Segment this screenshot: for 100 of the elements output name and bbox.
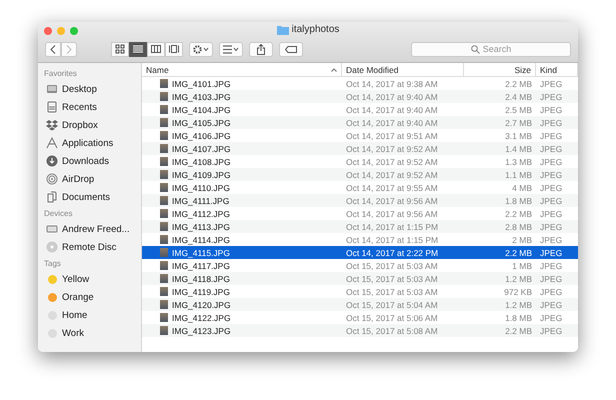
column-header[interactable]: Size bbox=[514, 64, 531, 74]
date-cell-text: Oct 14, 2017 at 9:40 AM bbox=[345, 104, 439, 114]
close-button[interactable] bbox=[44, 26, 52, 34]
sidebar-heading: Favorites bbox=[43, 68, 78, 80]
file-name: IMG_4109.JPG bbox=[172, 170, 231, 180]
file-row[interactable]: IMG_4115.JPG Oct 14, 2017 at 2:22 PM 2.2 MB JPEG bbox=[142, 246, 578, 259]
sidebar-item[interactable]: Remote Disc bbox=[62, 242, 116, 252]
size-cell-text: 2.2 MB bbox=[504, 78, 533, 88]
file-row[interactable]: IMG_4122.JPG Oct 15, 2017 at 5:06 AM 1.8 MB JPEG bbox=[142, 311, 578, 324]
size-cell-text: 2.5 MB bbox=[504, 104, 533, 114]
date-cell-text: Oct 14, 2017 at 9:40 AM bbox=[345, 118, 439, 128]
date-cell-text: Oct 14, 2017 at 2:22 PM bbox=[345, 248, 440, 258]
size-cell-text: 2.7 MB bbox=[504, 118, 533, 128]
sidebar-item[interactable]: Andrew Freed... bbox=[62, 224, 130, 234]
disc-icon bbox=[46, 241, 58, 253]
gallery-view-icon bbox=[169, 44, 179, 54]
sidebar-item[interactable]: Dropbox bbox=[62, 120, 98, 130]
file-row[interactable]: IMG_4120.JPG Oct 15, 2017 at 5:04 AM 1.2 MB JPEG bbox=[142, 298, 578, 311]
tag-button[interactable] bbox=[279, 42, 303, 56]
file-row[interactable]: IMG_4106.JPG Oct 14, 2017 at 9:51 AM 3.1 MB JPEG bbox=[142, 129, 578, 142]
back-button[interactable] bbox=[45, 42, 61, 56]
icons-view-button[interactable] bbox=[111, 42, 129, 56]
file-name: IMG_4119.JPG bbox=[172, 286, 230, 296]
share-icon bbox=[257, 44, 265, 54]
date-cell-text: Oct 15, 2017 at 5:03 AM bbox=[345, 260, 439, 270]
file-row[interactable]: IMG_4110.JPG Oct 14, 2017 at 9:55 AM 4 MB JPEG bbox=[142, 181, 578, 194]
file-row[interactable]: IMG_4113.JPG Oct 14, 2017 at 1:15 PM 2.8 MB JPEG bbox=[142, 220, 578, 233]
sort-chevron-icon bbox=[331, 68, 337, 72]
date-cell-text: Oct 15, 2017 at 5:03 AM bbox=[345, 274, 439, 284]
file-row[interactable]: IMG_4101.JPG Oct 14, 2017 at 9:38 AM 2.2 MB JPEG bbox=[142, 77, 578, 90]
kind-cell-text: JPEG bbox=[539, 78, 564, 88]
date-cell-text: Oct 14, 2017 at 9:40 AM bbox=[345, 92, 439, 102]
file-name: IMG_4115.JPG bbox=[172, 248, 230, 258]
file-name: IMG_4108.JPG bbox=[172, 156, 231, 166]
file-row[interactable]: IMG_4105.JPG Oct 14, 2017 at 9:40 AM 2.7 MB JPEG bbox=[142, 116, 578, 129]
file-row[interactable]: IMG_4123.JPG Oct 15, 2017 at 5:08 AM 2.2 MB JPEG bbox=[142, 324, 578, 337]
sidebar-item[interactable]: Applications bbox=[62, 138, 114, 148]
file-name: IMG_4117.JPG bbox=[172, 260, 230, 270]
columns-view-button[interactable] bbox=[147, 42, 165, 56]
gallery-view-button[interactable] bbox=[165, 42, 183, 56]
file-row[interactable]: IMG_4103.JPG Oct 14, 2017 at 9:40 AM 2.4 MB JPEG bbox=[142, 90, 578, 103]
size-cell-text: 1 MB bbox=[511, 260, 533, 270]
action-menu-button[interactable] bbox=[189, 42, 213, 56]
sidebar-item[interactable]: AirDrop bbox=[62, 174, 94, 184]
arrange-menu-button[interactable] bbox=[219, 42, 243, 56]
file-name: IMG_4103.JPG bbox=[172, 92, 231, 102]
column-header[interactable]: Kind bbox=[540, 64, 558, 74]
date-cell-text: Oct 14, 2017 at 9:52 AM bbox=[345, 144, 439, 154]
list-view-button[interactable] bbox=[129, 42, 147, 56]
search-field[interactable]: Search bbox=[411, 42, 571, 56]
search-icon bbox=[471, 44, 480, 54]
tag-icon bbox=[285, 46, 297, 52]
column-header[interactable]: Name bbox=[146, 64, 169, 74]
file-row[interactable]: IMG_4114.JPG Oct 14, 2017 at 1:15 PM 2 MB JPEG bbox=[142, 233, 578, 246]
document-icon bbox=[46, 191, 58, 203]
file-row[interactable]: IMG_4112.JPG Oct 14, 2017 at 9:56 AM 2.2 MB JPEG bbox=[142, 207, 578, 220]
sidebar-item[interactable]: Orange bbox=[62, 292, 94, 302]
chevron-left-icon bbox=[50, 44, 56, 54]
size-cell-text: 4 MB bbox=[511, 182, 533, 192]
applications-icon bbox=[46, 137, 58, 149]
file-row[interactable]: IMG_4104.JPG Oct 14, 2017 at 9:40 AM 2.5 MB JPEG bbox=[142, 103, 578, 116]
file-row[interactable]: IMG_4107.JPG Oct 14, 2017 at 9:52 AM 1.4 MB JPEG bbox=[142, 142, 578, 155]
kind-cell-text: JPEG bbox=[539, 260, 564, 270]
date-cell-text: Oct 14, 2017 at 1:15 PM bbox=[345, 234, 440, 244]
date-cell-text: Oct 15, 2017 at 5:03 AM bbox=[345, 286, 439, 296]
file-row[interactable]: IMG_4117.JPG Oct 15, 2017 at 5:03 AM 1 MB JPEG bbox=[142, 259, 578, 272]
sidebar-item[interactable]: Work bbox=[62, 328, 84, 338]
date-cell-text: Oct 14, 2017 at 1:15 PM bbox=[345, 222, 440, 232]
kind-cell-text: JPEG bbox=[539, 326, 564, 336]
file-row[interactable]: IMG_4119.JPG Oct 15, 2017 at 5:03 AM 972 KB JPEG bbox=[142, 285, 578, 298]
file-name: IMG_4120.JPG bbox=[172, 300, 231, 310]
file-name: IMG_4107.JPG bbox=[172, 144, 231, 154]
kind-cell-text: JPEG bbox=[539, 130, 564, 140]
kind-cell-text: JPEG bbox=[539, 300, 564, 310]
file-row[interactable]: IMG_4118.JPG Oct 15, 2017 at 5:03 AM 1.2 MB JPEG bbox=[142, 272, 578, 285]
file-row[interactable]: IMG_4109.JPG Oct 14, 2017 at 9:52 AM 1.1 MB JPEG bbox=[142, 168, 578, 181]
sidebar-item[interactable]: Yellow bbox=[62, 274, 90, 284]
icons-view-icon bbox=[115, 44, 125, 54]
sidebar-item[interactable]: Recents bbox=[62, 102, 97, 112]
sidebar-item[interactable]: Documents bbox=[62, 192, 110, 202]
file-name: IMG_4105.JPG bbox=[172, 118, 231, 128]
sidebar-item[interactable]: Desktop bbox=[62, 84, 97, 94]
size-cell-text: 1.3 MB bbox=[504, 156, 533, 166]
share-button[interactable] bbox=[249, 42, 273, 56]
size-cell-text: 2 MB bbox=[511, 234, 533, 244]
kind-cell-text: JPEG bbox=[539, 286, 564, 296]
date-cell-text: Oct 14, 2017 at 9:52 AM bbox=[345, 170, 439, 180]
kind-cell-text: JPEG bbox=[539, 208, 564, 218]
desktop-icon bbox=[46, 83, 58, 95]
sidebar-item[interactable]: Home bbox=[62, 310, 88, 320]
file-name: IMG_4122.JPG bbox=[172, 312, 231, 322]
file-row[interactable]: IMG_4108.JPG Oct 14, 2017 at 9:52 AM 1.3 MB JPEG bbox=[142, 155, 578, 168]
sidebar-item[interactable]: Downloads bbox=[62, 156, 109, 166]
size-cell-text: 1.4 MB bbox=[504, 144, 533, 154]
file-row[interactable]: IMG_4111.JPG Oct 14, 2017 at 9:56 AM 1.8 MB JPEG bbox=[142, 194, 578, 207]
file-name: IMG_4118.JPG bbox=[172, 274, 230, 284]
file-name: IMG_4104.JPG bbox=[172, 104, 231, 114]
column-header[interactable]: Date Modified bbox=[346, 64, 398, 74]
group-list-icon bbox=[222, 44, 240, 54]
gear-icon bbox=[192, 44, 210, 54]
